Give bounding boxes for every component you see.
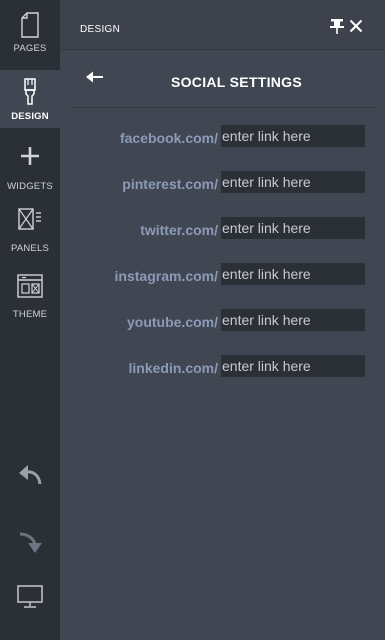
rail-item-panels[interactable]: PANELS — [0, 206, 60, 262]
undo-icon — [19, 465, 42, 485]
twitter-label: twitter.com/ — [140, 222, 218, 238]
social-row-youtube: youtube.com/ — [60, 309, 385, 333]
page-title: SOCIAL SETTINGS — [170, 74, 303, 90]
rail-item-widgets[interactable]: WIDGETS — [0, 144, 60, 196]
panel-header-title: DESIGN — [80, 24, 121, 35]
pin-icon — [330, 19, 344, 34]
linkedin-input[interactable] — [221, 355, 365, 377]
social-settings-header: SOCIAL SETTINGS — [70, 60, 375, 108]
brush-icon — [24, 78, 36, 105]
instagram-label: instagram.com/ — [114, 268, 218, 284]
left-rail: PAGES DESIGN WIDGETS PANELS THEME — [0, 0, 60, 640]
redo-icon — [19, 532, 42, 553]
rail-item-label: DESIGN — [11, 111, 49, 122]
social-row-linkedin: linkedin.com/ — [60, 355, 385, 379]
linkedin-label: linkedin.com/ — [128, 360, 218, 376]
pinterest-input[interactable] — [221, 171, 365, 193]
rail-item-design[interactable]: DESIGN — [0, 70, 60, 128]
rail-item-label: PANELS — [11, 243, 49, 254]
plus-icon — [21, 147, 39, 165]
rail-item-label: THEME — [12, 309, 48, 320]
facebook-label: facebook.com/ — [119, 130, 218, 146]
monitor-icon — [17, 585, 43, 608]
rail-item-label: PAGES — [13, 43, 47, 54]
panels-icon — [18, 208, 41, 230]
youtube-label: youtube.com/ — [126, 314, 218, 330]
youtube-input[interactable] — [221, 309, 365, 331]
undo-button[interactable] — [0, 464, 60, 488]
rail-item-pages[interactable]: PAGES — [0, 0, 60, 66]
pin-button[interactable] — [330, 18, 344, 39]
close-icon — [349, 19, 363, 33]
twitter-input[interactable] — [221, 217, 365, 239]
facebook-input[interactable] — [221, 125, 365, 147]
panel-header: DESIGN — [60, 0, 385, 50]
redo-button[interactable] — [0, 530, 60, 554]
social-row-pinterest: pinterest.com/ — [60, 171, 385, 195]
instagram-input[interactable] — [221, 263, 365, 285]
rail-item-theme[interactable]: THEME — [0, 272, 60, 328]
page-icon — [21, 12, 39, 38]
theme-icon — [17, 274, 43, 298]
social-row-facebook: facebook.com/ — [60, 125, 385, 149]
social-row-twitter: twitter.com/ — [60, 217, 385, 241]
preview-button[interactable] — [0, 585, 60, 609]
close-button[interactable] — [349, 19, 363, 38]
rail-item-label: WIDGETS — [7, 181, 53, 192]
pinterest-label: pinterest.com/ — [122, 176, 218, 192]
social-row-instagram: instagram.com/ — [60, 263, 385, 287]
